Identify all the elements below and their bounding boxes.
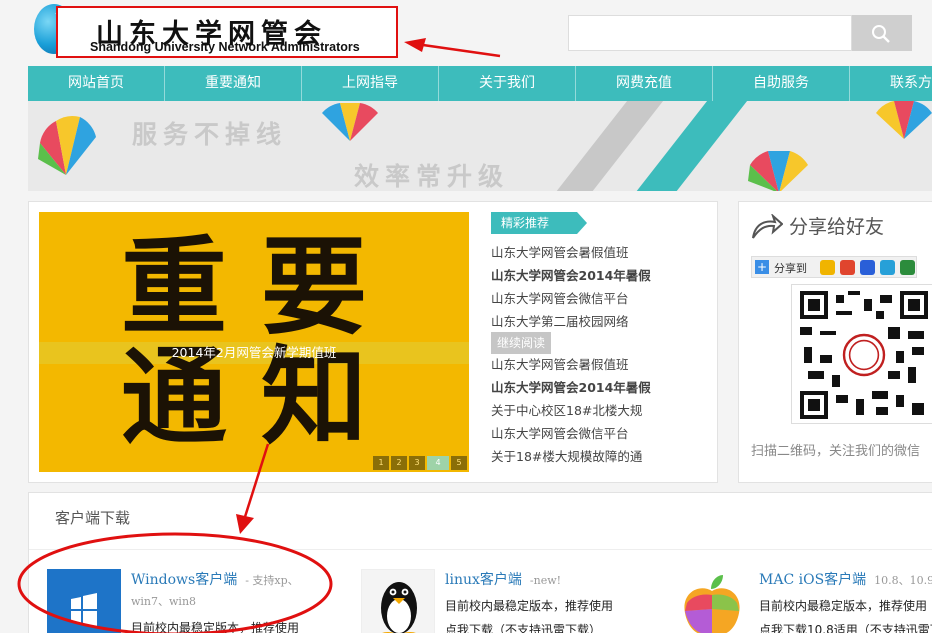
banner-slogan-2: 效率常升级 xyxy=(354,162,510,191)
download-desc: 目前校内最稳定版本，推荐使用 xyxy=(445,599,614,613)
download-note: -new! xyxy=(529,574,562,587)
promo-banner: 服务不掉线 效率常升级 xyxy=(28,101,932,191)
pager-button-active[interactable]: 4 xyxy=(427,456,449,470)
download-note: 10.8、10.9 xyxy=(874,574,932,587)
feature-caption[interactable]: 2014年2月网管会新学期值班 xyxy=(39,342,469,364)
baidu-icon[interactable] xyxy=(860,260,875,275)
download-link[interactable]: 点我下载（不支持迅雷下载） xyxy=(445,621,601,633)
linux-penguin-icon[interactable] xyxy=(361,569,435,633)
continue-reading-tag[interactable]: 继续阅读 xyxy=(491,332,551,354)
logo-english-title: Shandong University Network Administrato… xyxy=(90,40,360,54)
search-icon xyxy=(872,25,890,43)
nav-item-recharge[interactable]: 网费充值 xyxy=(576,66,713,101)
qzone-icon[interactable] xyxy=(820,260,835,275)
slider-pager: 1 2 3 4 5 xyxy=(373,456,467,470)
annotation-arrow-icon xyxy=(236,443,270,534)
news-link[interactable]: 山东大学网管会2014年暑假 xyxy=(491,264,711,287)
pager-button[interactable]: 1 xyxy=(373,456,389,470)
logo-highlight-box: 山东大学网管会 Shandong University Network Admi… xyxy=(56,6,398,58)
nav-item-self-service[interactable]: 自助服务 xyxy=(713,66,850,101)
share-to-label[interactable]: 分享到 xyxy=(774,260,807,276)
search-input[interactable] xyxy=(568,15,852,51)
download-section-title: 客户端下载 xyxy=(55,509,131,527)
feature-char: 重 xyxy=(121,224,227,349)
qr-caption: 扫描二维码，关注我们的微信 xyxy=(751,444,921,459)
site-logo[interactable]: 山东大学网管会 Shandong University Network Admi… xyxy=(32,0,402,58)
share-more-icon[interactable] xyxy=(900,260,915,275)
banner-slogan-1: 服务不掉线 xyxy=(132,120,288,149)
feature-char: 要 xyxy=(261,224,367,349)
qr-code-icon xyxy=(800,291,928,419)
apple-logo-icon[interactable] xyxy=(675,569,749,633)
nav-item-about[interactable]: 关于我们 xyxy=(439,66,576,101)
nav-item-contact[interactable]: 联系方式 xyxy=(850,66,932,101)
download-name[interactable]: linux客户端 xyxy=(445,572,522,588)
annotation-arrow-icon xyxy=(404,38,501,58)
plus-icon[interactable]: + xyxy=(755,260,769,274)
nav-item-guide[interactable]: 上网指导 xyxy=(302,66,439,101)
search-button[interactable] xyxy=(852,15,912,51)
linux-client-item: linux客户端 -new! 目前校内最稳定版本，推荐使用 点我下载（不支持迅雷下… xyxy=(361,569,661,633)
share-toolbar: + 分享到 xyxy=(751,256,917,278)
share-icon xyxy=(752,214,783,239)
more-news-list: 山东大学网管会暑假值班 山东大学网管会2014年暑假 关于中心校区18#北楼大规… xyxy=(491,353,711,468)
news-link[interactable]: 山东大学网管会2014年暑假 xyxy=(491,376,711,399)
download-name[interactable]: MAC iOS客户端 xyxy=(759,572,866,588)
colorful-fan-icon xyxy=(748,151,808,191)
colorful-fan-icon xyxy=(38,116,96,175)
download-link[interactable]: 点我下载10.8适用（不支持迅雷下 xyxy=(759,621,932,633)
mac-client-item: MAC iOS客户端 10.8、10.9 目前校内最稳定版本，推荐使用 点我下载1… xyxy=(675,569,932,633)
tux-icon xyxy=(381,582,417,633)
mac-client-link[interactable]: MAC iOS客户端 10.8、10.9 xyxy=(759,569,932,589)
share-panel: 分享给好友 + 分享到 扫描二维码，关注我们的微信 xyxy=(738,201,932,483)
linux-client-link[interactable]: linux客户端 -new! xyxy=(445,569,561,589)
qq-icon[interactable] xyxy=(880,260,895,275)
share-title: 分享给好友 xyxy=(789,216,885,238)
pager-button[interactable]: 3 xyxy=(409,456,425,470)
hot-news-list: 山东大学网管会暑假值班 山东大学网管会2014年暑假 山东大学网管会微信平台 山… xyxy=(491,241,711,333)
download-desc: 目前校内最稳定版本，推荐使用 xyxy=(759,599,928,613)
news-panel: 重 要 通 知 2014年2月网管会新学期值班 1 2 3 4 5 精彩推荐 山… xyxy=(28,201,718,483)
feature-slider[interactable]: 重 要 通 知 2014年2月网管会新学期值班 1 2 3 4 5 xyxy=(39,212,469,472)
news-link[interactable]: 关于中心校区18#北楼大规 xyxy=(491,399,711,422)
colorful-apple-icon xyxy=(684,575,740,633)
news-link[interactable]: 山东大学网管会暑假值班 xyxy=(491,353,711,376)
pager-button[interactable]: 5 xyxy=(451,456,467,470)
news-link[interactable]: 山东大学第二届校园网络 xyxy=(491,310,711,333)
nav-item-notices[interactable]: 重要通知 xyxy=(165,66,302,101)
annotation-ellipse-icon xyxy=(17,532,333,633)
weibo-icon[interactable] xyxy=(840,260,855,275)
colorful-fan-icon xyxy=(876,101,932,139)
news-link[interactable]: 山东大学网管会微信平台 xyxy=(491,422,711,445)
pager-button[interactable]: 2 xyxy=(391,456,407,470)
nav-item-home[interactable]: 网站首页 xyxy=(28,66,165,101)
wechat-qr-code xyxy=(791,284,932,424)
main-nav: 网站首页 重要通知 上网指导 关于我们 网费充值 自助服务 联系方式 xyxy=(28,66,932,101)
hot-tag: 精彩推荐 xyxy=(491,212,587,234)
news-link[interactable]: 山东大学网管会暑假值班 xyxy=(491,241,711,264)
colorful-fan-icon xyxy=(322,103,378,141)
news-link[interactable]: 山东大学网管会微信平台 xyxy=(491,287,711,310)
news-link[interactable]: 关于18#楼大规模故障的通 xyxy=(491,445,711,468)
